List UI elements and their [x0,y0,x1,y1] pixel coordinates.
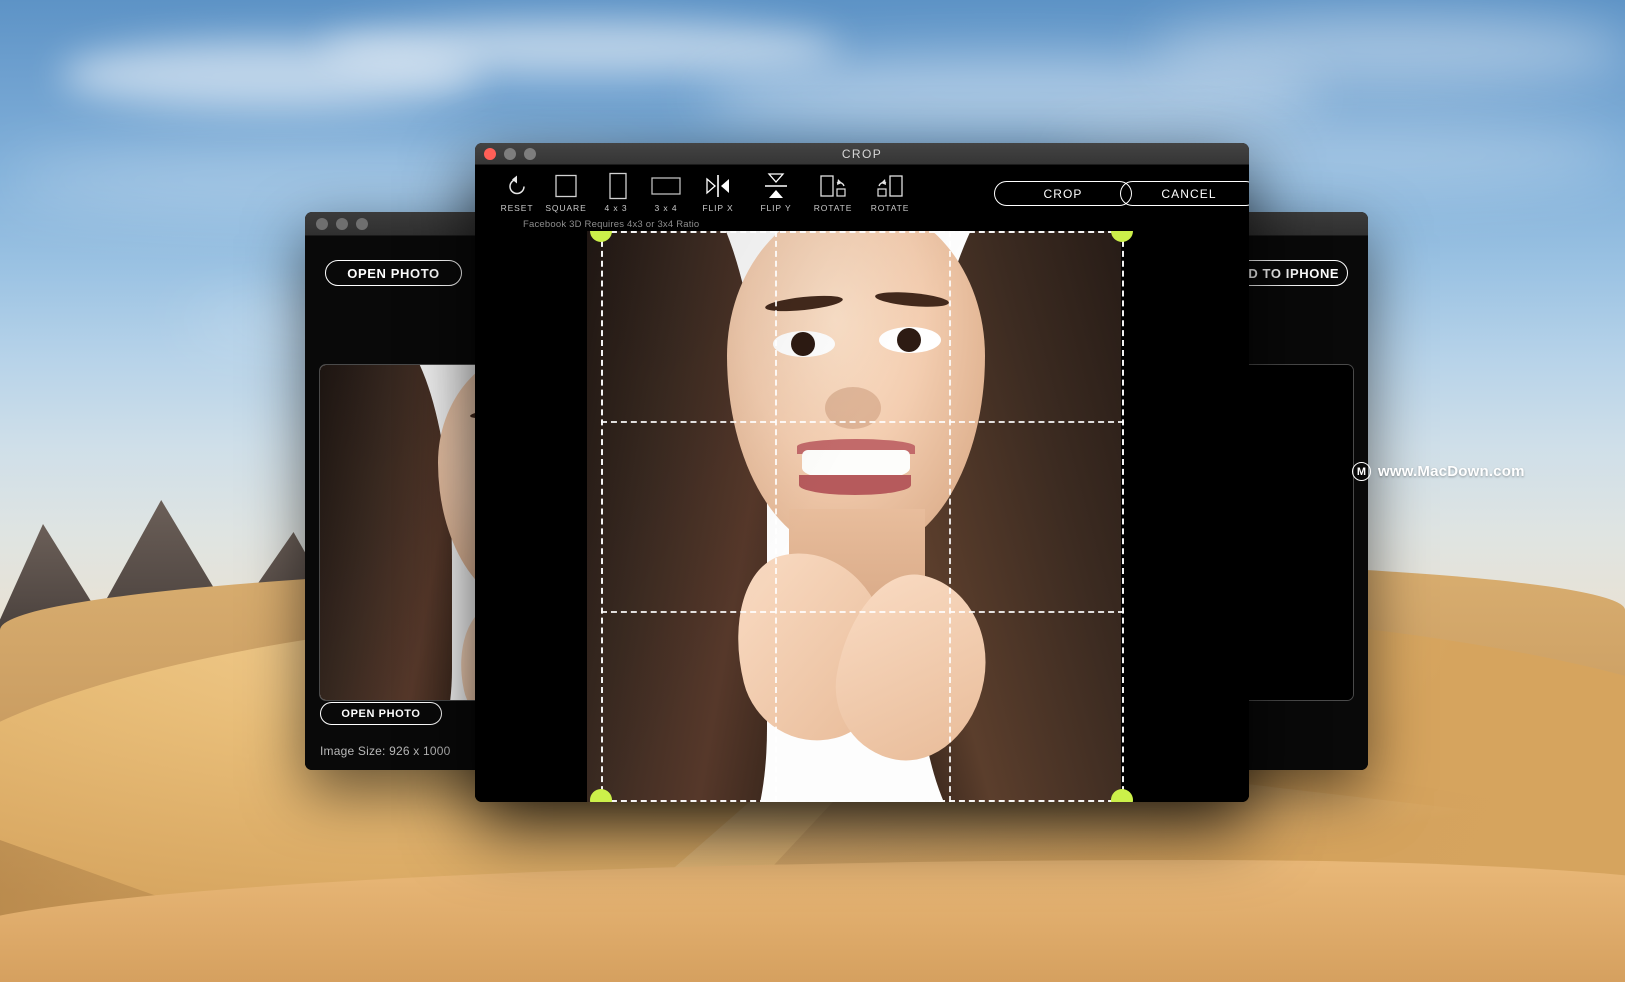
rotate-left-icon [818,171,848,201]
rotate-right-icon [875,171,905,201]
cloud [1150,15,1625,85]
rotate-ccw-icon [505,171,529,201]
tool-label: FLIP X [702,203,734,213]
crop-ratio-hint: Facebook 3D Requires 4x3 or 3x4 Ratio [523,219,700,230]
watermark-text: www.MacDown.com [1378,463,1525,480]
portrait-photo-large [587,231,1121,802]
cancel-button[interactable]: CANCEL [1120,181,1249,206]
tool-label: FLIP Y [760,203,792,213]
close-button[interactable] [316,217,328,230]
crop-edge-right [1122,231,1124,802]
macdown-logo-icon: M [1352,462,1371,481]
zoom-button[interactable] [356,217,368,230]
square-icon [553,171,579,201]
tool-label: 4 x 3 [604,203,628,213]
crop-toolbar: RESET SQUARE 4 x 3 3 x 4 FLIP X FLIP Y R… [475,165,1249,223]
flip-x-button[interactable]: FLIP X [685,171,751,213]
open-photo-button-top[interactable]: OPEN PHOTO [325,260,462,286]
crop-window-title: CROP [841,146,883,161]
flip-vertical-icon [763,171,789,201]
crop-stage[interactable] [475,231,1249,802]
crop-dialog-window[interactable]: CROP RESET SQUARE 4 x 3 3 x 4 FLIP X FLI… [475,143,1249,802]
tool-label: ROTATE [813,203,853,213]
cloud [320,20,840,75]
tool-label: RESET [500,203,534,213]
flip-horizontal-icon [703,171,733,201]
crop-confirm-button[interactable]: CROP [994,181,1132,206]
tool-label: ROTATE [870,203,910,213]
crop-window-titlebar[interactable]: CROP [475,143,1249,165]
portrait-rect-icon [603,171,629,201]
tool-label: SQUARE [545,203,587,213]
tool-label: 3 x 4 [654,203,678,213]
landscape-rect-icon [650,171,682,201]
crop-source-photo [587,231,1121,802]
rotate-right-button[interactable]: ROTATE [857,171,923,213]
image-size-label: Image Size: 926 x 1000 [320,744,451,758]
minimize-button[interactable] [336,217,348,230]
watermark: M www.MacDown.com [1352,462,1525,481]
open-photo-button-bottom[interactable]: OPEN PHOTO [320,702,442,725]
